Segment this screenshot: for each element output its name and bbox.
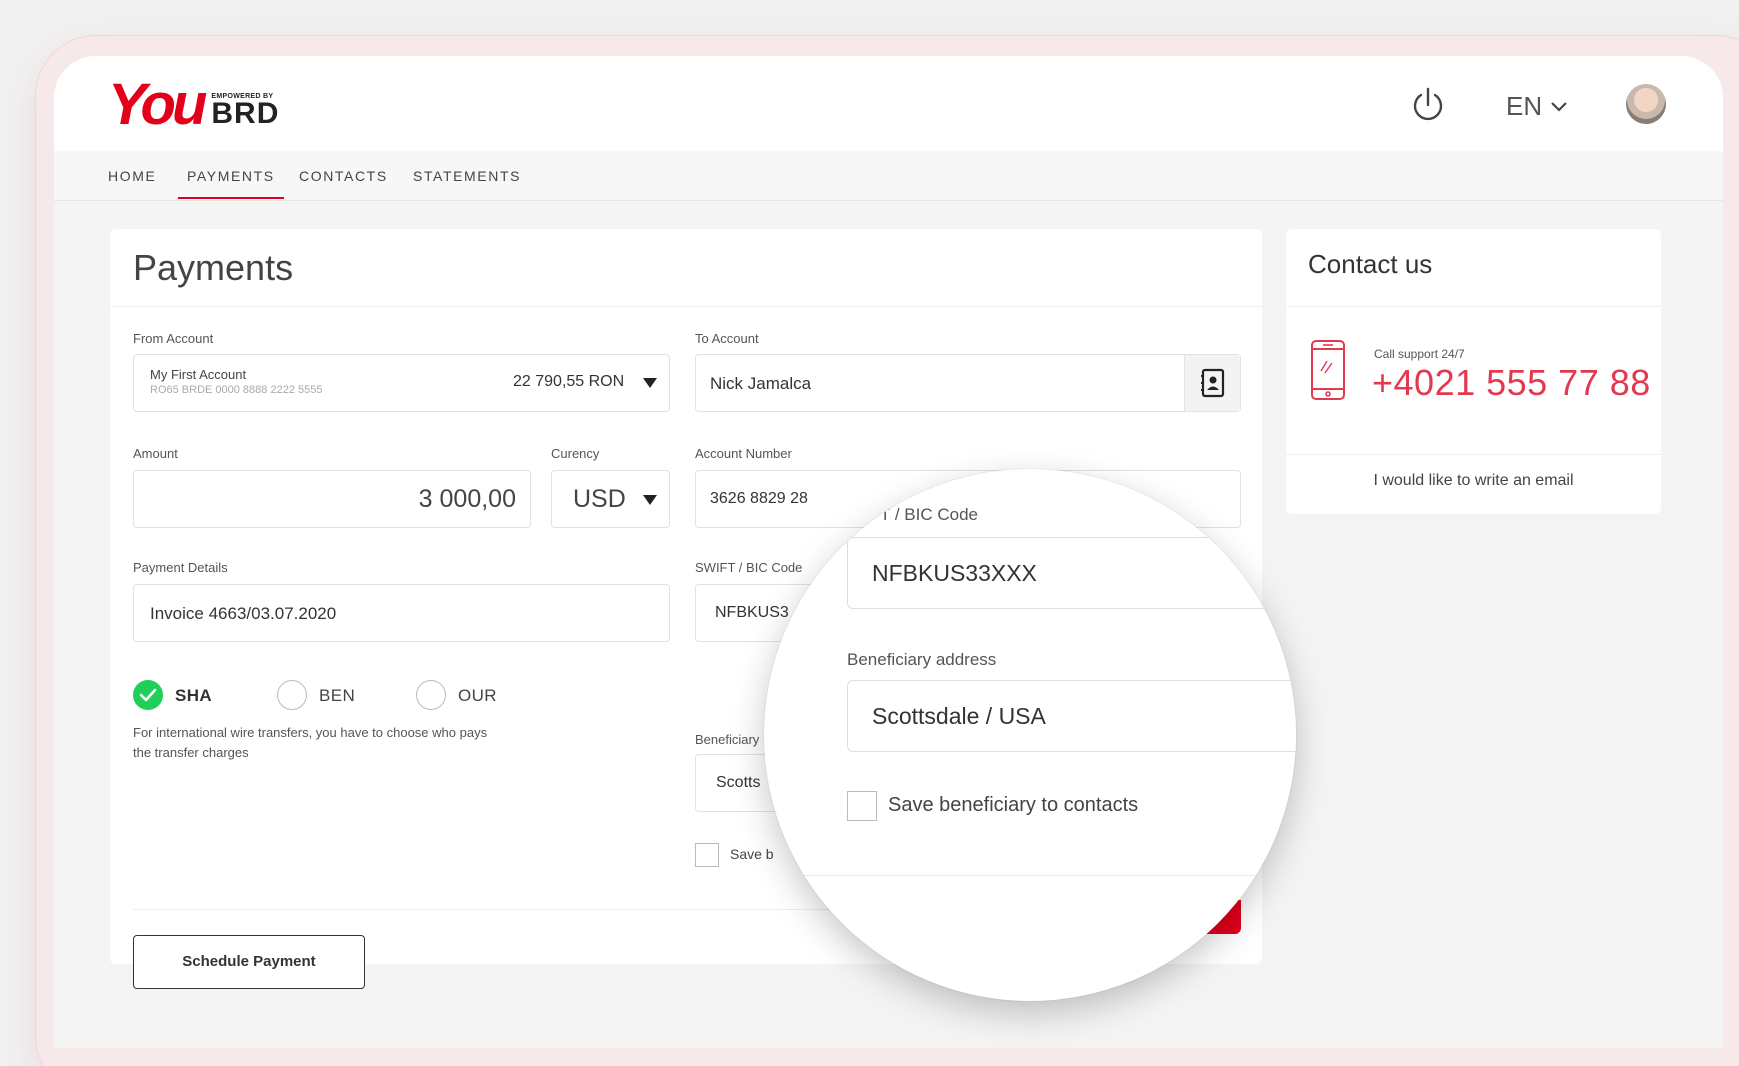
swift-label: SWIFT / BIC Code [695, 560, 803, 575]
from-account-label: From Account [133, 331, 214, 346]
beneficiary-label-partial: Beneficiary [695, 732, 760, 747]
chevron-down-icon [1551, 101, 1567, 112]
logo-brd-block: EMPOWERED BY BRD [211, 93, 280, 130]
charges-note: For international wire transfers, you ha… [133, 725, 488, 760]
support-phone-number[interactable]: +4021 555 77 88 [1372, 362, 1651, 404]
address-book-button[interactable] [1184, 355, 1240, 411]
mag-address-value: Scottsdale / USA [872, 703, 1046, 729]
mag-address-label: Beneficiary address [847, 650, 997, 669]
to-account-input[interactable]: Nick Jamalca [695, 354, 1241, 412]
payment-details-value: Invoice 4663/03.07.2020 [150, 604, 337, 623]
nav-item-payments[interactable]: PAYMENTS [178, 151, 284, 201]
amount-input[interactable]: 3 000,00 [133, 470, 531, 528]
mag-save-checkbox[interactable] [847, 791, 877, 821]
account-number-value: 3626 8829 28 [710, 490, 808, 507]
from-account-name: My First Account [150, 367, 247, 382]
caret-down-icon [643, 378, 657, 388]
checkmark-icon [139, 688, 157, 702]
radio-sha-label: SHA [175, 686, 213, 705]
currency-select[interactable]: USD [551, 470, 670, 528]
brand-logo[interactable]: You EMPOWERED BY BRD [108, 76, 279, 134]
to-account-label: To Account [695, 331, 759, 346]
to-account-value: Nick Jamalca [710, 374, 812, 393]
amount-label: Amount [133, 446, 178, 461]
avatar[interactable] [1626, 84, 1666, 124]
from-account-select[interactable]: My First Account RO65 BRDE 0000 8888 222… [133, 354, 670, 412]
radio-our[interactable] [416, 680, 446, 710]
currency-label: Curency [551, 446, 600, 461]
mag-swift-input[interactable]: NFBKUS33XXX [847, 537, 1296, 609]
contact-title: Contact us [1308, 249, 1433, 279]
logo-you-text: You [108, 72, 207, 137]
from-account-balance: 22 790,55 RON [513, 373, 625, 390]
address-book-icon [1201, 368, 1225, 398]
magnifier-lens: ·FT / BIC Code NFBKUS33XXX Beneficiary a… [764, 469, 1296, 1001]
currency-value: USD [573, 485, 626, 513]
mag-swift-label: ·FT / BIC Code [864, 505, 978, 524]
power-icon[interactable] [1409, 86, 1447, 124]
radio-our-label: OUR [458, 686, 497, 705]
save-beneficiary-checkbox[interactable] [695, 843, 719, 867]
mag-divider [764, 875, 1296, 876]
mag-address-input[interactable]: Scottsdale / USA [847, 680, 1296, 752]
page-title: Payments [133, 247, 294, 288]
logo-brd-text: BRD [211, 97, 280, 130]
contact-divider-2 [1286, 454, 1661, 455]
account-number-label: Account Number [695, 446, 792, 461]
top-bar: You EMPOWERED BY BRD EN [54, 56, 1723, 151]
radio-sha[interactable] [133, 680, 163, 710]
mag-save-label: Save beneficiary to contacts [888, 794, 1139, 816]
main-nav: HOME PAYMENTS CONTACTS STATEMENTS [54, 151, 1723, 201]
contact-card: Contact us Call support 24/7 +4021 555 7… [1286, 229, 1661, 514]
radio-ben[interactable] [277, 680, 307, 710]
from-account-iban: RO65 BRDE 0000 8888 2222 5555 [150, 384, 323, 396]
language-label: EN [1506, 91, 1543, 121]
caret-down-icon [643, 495, 657, 505]
contact-divider [1286, 306, 1661, 307]
write-email-link[interactable]: I would like to write an email [1286, 472, 1661, 490]
mag-swift-value: NFBKUS33XXX [872, 560, 1037, 586]
payment-details-label: Payment Details [133, 560, 228, 575]
nav-item-statements[interactable]: STATEMENTS [413, 151, 521, 201]
radio-ben-label: BEN [319, 686, 356, 705]
save-beneficiary-label-partial: Save b [730, 846, 774, 862]
nav-item-contacts[interactable]: CONTACTS [299, 151, 388, 201]
payment-details-input[interactable]: Invoice 4663/03.07.2020 [133, 584, 670, 642]
beneficiary-value-partial: Scotts [716, 774, 761, 791]
call-support-label: Call support 24/7 [1374, 347, 1465, 361]
mobile-phone-icon [1310, 339, 1346, 401]
swift-value-partial: NFBKUS3 [715, 604, 789, 621]
nav-item-home[interactable]: HOME [108, 151, 156, 201]
amount-value: 3 000,00 [418, 485, 516, 513]
schedule-payment-button[interactable]: Schedule Payment [133, 935, 365, 989]
title-divider [110, 306, 1262, 307]
language-selector[interactable]: EN [1506, 91, 1568, 122]
